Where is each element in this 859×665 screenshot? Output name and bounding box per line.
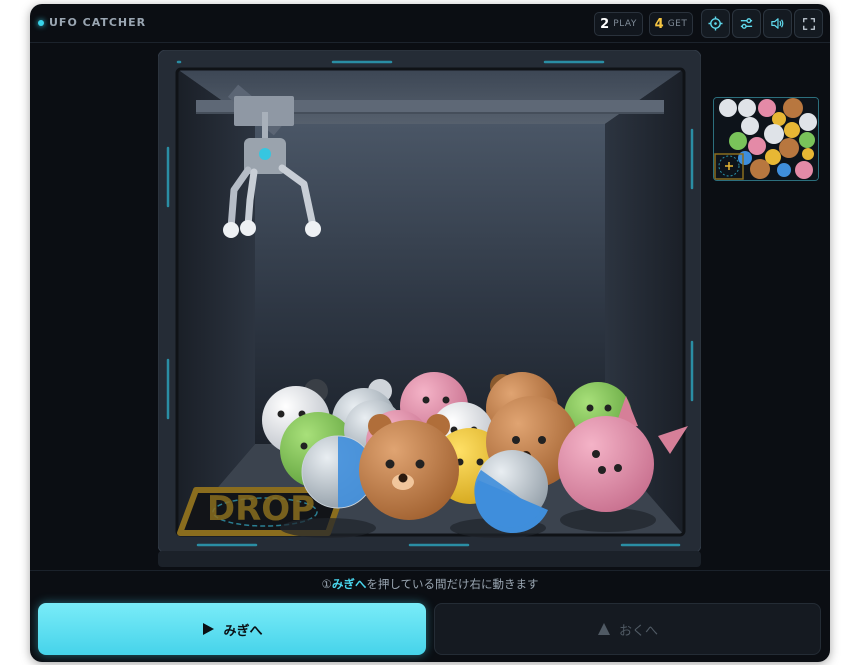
get-count: 4 (654, 16, 664, 32)
instruction-step: ① (321, 577, 332, 591)
up-triangle-icon (597, 623, 610, 635)
move-right-label: みぎへ (223, 623, 263, 639)
play-triangle-icon (203, 623, 215, 635)
settings-sliders-icon (740, 18, 753, 29)
sound-icon (771, 18, 784, 29)
play-counter: 2 PLAY (594, 12, 643, 36)
game-window: UFO CATCHER 2 PLAY 4 GET DROP ①みぎへを押している… (30, 4, 830, 662)
status-dot (38, 20, 44, 26)
sound-button[interactable] (763, 9, 792, 38)
play-label: PLAY (613, 19, 637, 29)
top-bar: UFO CATCHER 2 PLAY 4 GET (30, 4, 830, 43)
crosshair-icon (708, 16, 723, 31)
fullscreen-button[interactable] (794, 9, 823, 38)
settings-button[interactable] (732, 9, 761, 38)
move-back-label: おくへ (618, 623, 658, 639)
instruction-body: を押している間だけ右に動きます (366, 577, 539, 591)
claw-machine: DROP (158, 50, 701, 567)
instruction-text: ①みぎへを押している間だけ右に動きます (30, 570, 830, 601)
move-back-button[interactable]: おくへ (434, 603, 821, 655)
get-counter: 4 GET (649, 12, 693, 36)
target-button[interactable] (701, 9, 730, 38)
instruction-highlight: みぎへ (331, 577, 367, 591)
play-count: 2 (600, 16, 610, 32)
get-label: GET (667, 19, 688, 29)
prize-minimap (713, 97, 819, 181)
move-right-button[interactable]: みぎへ (38, 603, 426, 655)
game-title: UFO CATCHER (49, 16, 147, 29)
minimap-view (714, 98, 818, 180)
fullscreen-icon (802, 17, 815, 30)
